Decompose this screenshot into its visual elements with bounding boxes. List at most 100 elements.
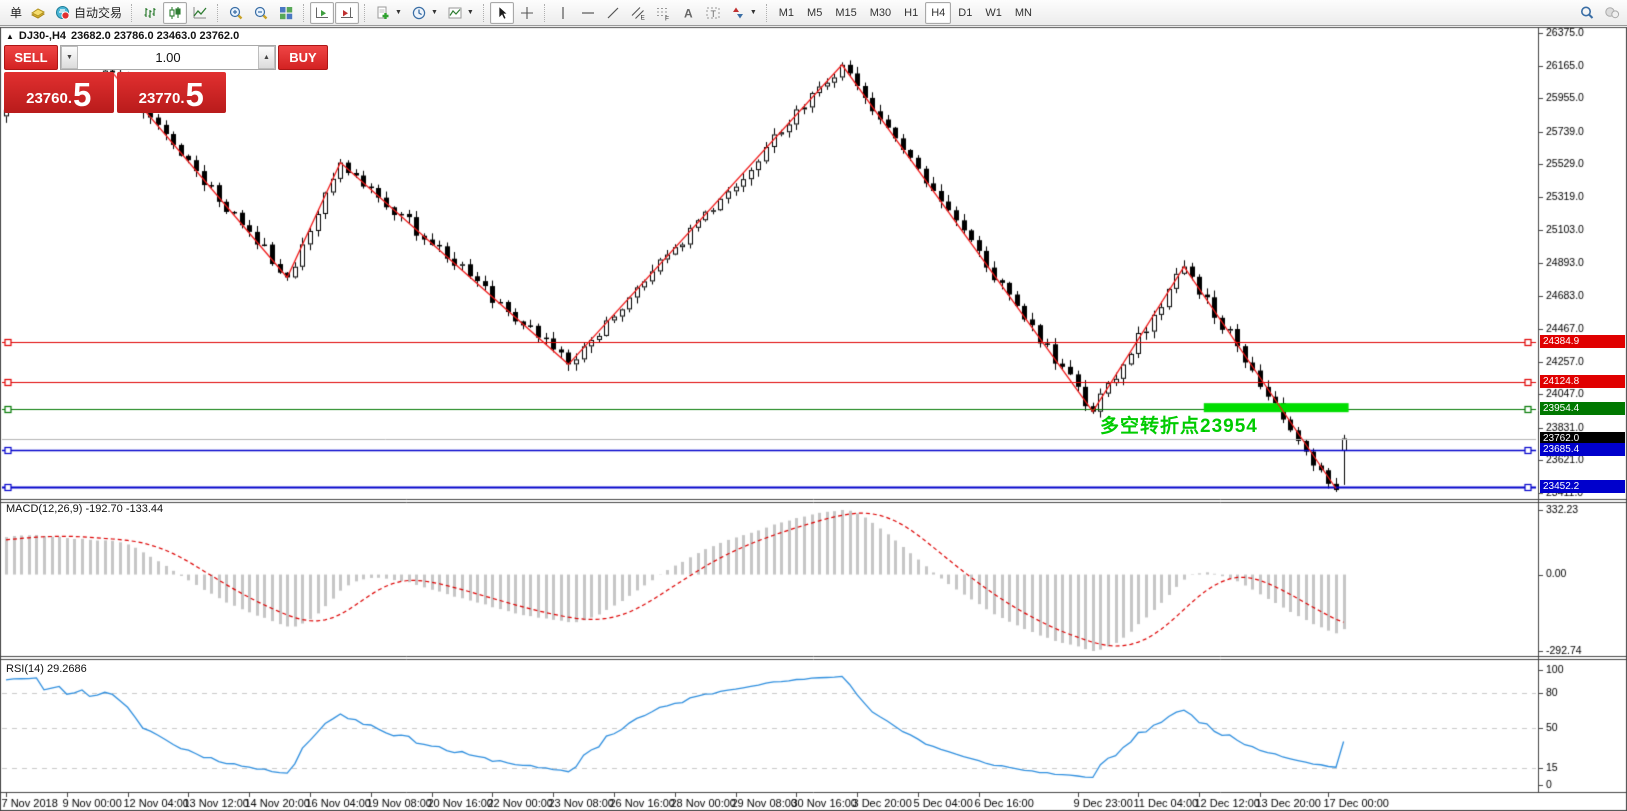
auto-scroll-icon <box>314 5 330 21</box>
crosshair-tool-button[interactable] <box>515 2 539 24</box>
buy-price-main: 23770 <box>139 86 181 112</box>
text-tool-button[interactable]: A <box>676 2 700 24</box>
volume-down-button[interactable]: ▼ <box>61 46 78 69</box>
axis-price-label: 23954.4 <box>1540 402 1625 415</box>
button-label: MN <box>1015 7 1032 19</box>
channel-tool-button[interactable]: E <box>626 2 650 24</box>
macd-header: MACD(12,26,9) -192.70 -133.44 <box>6 503 163 515</box>
auto-trading-button[interactable]: 自动交易 <box>51 2 126 24</box>
volume-stepper: ▼ ▲ <box>60 45 276 70</box>
timeframe-h1[interactable]: H1 <box>898 2 924 24</box>
sell-price-dot: . <box>68 86 72 112</box>
collapse-chart-icon[interactable]: ▲ <box>6 32 14 41</box>
price-chart-canvas[interactable] <box>0 0 1627 811</box>
indicators-list-button[interactable]: ▼ <box>371 2 406 24</box>
buy-price[interactable]: 23770.5 <box>117 72 227 113</box>
community-button[interactable] <box>1600 2 1624 24</box>
main-toolbar: 单 自动交易 ▼ ▼ ▼ E F A T ▼ M1 M5 M15 M30 H1 H4 D1 W1 MN <box>0 0 1627 26</box>
line-chart-icon <box>192 5 208 21</box>
buy-button[interactable]: BUY <box>278 45 328 70</box>
zoom-out-icon <box>253 5 269 21</box>
cursor-tool-button[interactable] <box>490 2 514 24</box>
search-icon <box>1579 5 1595 21</box>
toolbar-separator <box>766 4 768 22</box>
horizontal-line-tool-button[interactable] <box>576 2 600 24</box>
timeframe-m5[interactable]: M5 <box>801 2 828 24</box>
trendline-tool-button[interactable] <box>601 2 625 24</box>
sell-price-big-digit: 5 <box>73 78 91 112</box>
chart-shift-button[interactable] <box>335 2 359 24</box>
timeframe-d1[interactable]: D1 <box>952 2 978 24</box>
button-label: M5 <box>807 7 822 19</box>
community-icon <box>1604 5 1620 21</box>
fibonacci-icon: F <box>655 5 671 21</box>
button-label: M1 <box>779 7 794 19</box>
chart-annotation[interactable]: 多空转折点23954 <box>1100 411 1258 438</box>
button-label: M30 <box>870 7 891 19</box>
button-label: H4 <box>931 7 945 19</box>
one-click-trading-panel: SELL ▼ ▲ BUY 23760.5 23770.5 <box>4 45 226 113</box>
crosshair-icon <box>519 5 535 21</box>
sell-price[interactable]: 23760.5 <box>4 72 114 113</box>
chevron-down-icon[interactable]: ▼ <box>467 9 474 16</box>
arrows-tool-button[interactable]: ▼ <box>726 2 761 24</box>
volume-up-button[interactable]: ▲ <box>258 46 275 69</box>
zoom-in-button[interactable] <box>224 2 248 24</box>
label-tool-button[interactable]: T <box>701 2 725 24</box>
button-label: 单 <box>10 4 22 21</box>
book-icon <box>30 5 46 21</box>
templates-button[interactable]: ▼ <box>443 2 478 24</box>
new-order-button[interactable]: 单 <box>3 2 25 24</box>
periods-button[interactable]: ▼ <box>407 2 442 24</box>
button-label: H1 <box>904 7 918 19</box>
vertical-line-tool-button[interactable] <box>551 2 575 24</box>
toolbar-separator <box>544 4 546 22</box>
tile-windows-icon <box>278 5 294 21</box>
line-chart-mode-button[interactable] <box>188 2 212 24</box>
timeframe-m30[interactable]: M30 <box>864 2 897 24</box>
chevron-down-icon[interactable]: ▼ <box>395 9 402 16</box>
axis-price-label: 24124.8 <box>1540 375 1625 388</box>
bar-chart-icon <box>142 5 158 21</box>
label-icon: T <box>705 5 721 21</box>
templates-icon <box>447 5 463 21</box>
rsi-header: RSI(14) 29.2686 <box>6 663 87 675</box>
axis-price-label: 23452.2 <box>1540 480 1625 493</box>
buy-price-dot: . <box>180 86 184 112</box>
fibonacci-tool-button[interactable]: F <box>651 2 675 24</box>
horizontal-line-icon <box>580 5 596 21</box>
timeframe-mn[interactable]: MN <box>1009 2 1038 24</box>
auto-scroll-button[interactable] <box>310 2 334 24</box>
button-label: 自动交易 <box>74 4 122 21</box>
timeframe-h4[interactable]: H4 <box>925 2 951 24</box>
svg-text:F: F <box>665 15 669 21</box>
vertical-line-icon <box>555 5 571 21</box>
button-label: D1 <box>958 7 972 19</box>
sell-button[interactable]: SELL <box>4 45 58 70</box>
timeframe-m15[interactable]: M15 <box>829 2 862 24</box>
text-icon: A <box>680 5 696 21</box>
cursor-icon <box>494 5 510 21</box>
candlestick-mode-button[interactable] <box>163 2 187 24</box>
volume-input[interactable] <box>78 46 258 69</box>
chevron-down-icon[interactable]: ▼ <box>750 9 757 16</box>
timeframe-m1[interactable]: M1 <box>773 2 800 24</box>
toolbar-separator <box>131 4 133 22</box>
button-label: W1 <box>985 7 1002 19</box>
search-button[interactable] <box>1575 2 1599 24</box>
toolbar-separator <box>483 4 485 22</box>
svg-text:T: T <box>710 8 716 18</box>
buy-price-big-digit: 5 <box>186 78 204 112</box>
sell-price-main: 23760 <box>26 86 68 112</box>
tile-windows-button[interactable] <box>274 2 298 24</box>
bar-chart-mode-button[interactable] <box>138 2 162 24</box>
autotrade-icon <box>55 5 71 21</box>
timeframe-w1[interactable]: W1 <box>979 2 1008 24</box>
channel-icon: E <box>630 5 646 21</box>
axis-price-label: 24384.9 <box>1540 335 1625 348</box>
button-label: M15 <box>835 7 856 19</box>
market-book-button[interactable] <box>26 2 50 24</box>
zoom-out-button[interactable] <box>249 2 273 24</box>
trendline-icon <box>605 5 621 21</box>
chevron-down-icon[interactable]: ▼ <box>431 9 438 16</box>
